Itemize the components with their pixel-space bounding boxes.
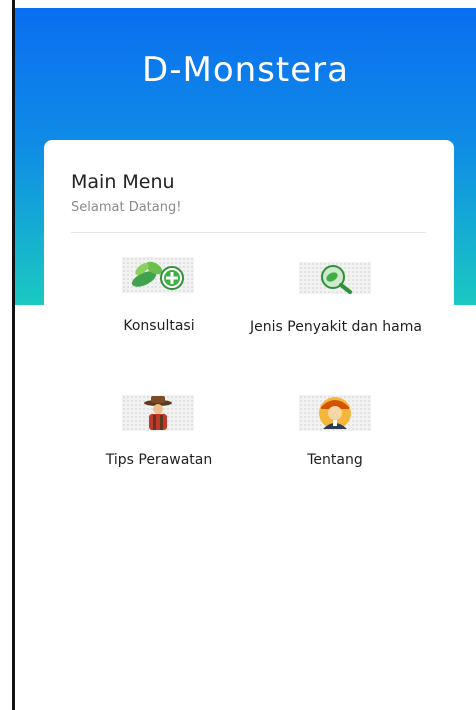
- app-title: D-Monstera: [142, 50, 349, 90]
- menu-item-label: Jenis Penyakit dan hama: [250, 319, 422, 335]
- plant-plus-icon: [122, 257, 194, 293]
- profile-avatar-icon: [299, 395, 371, 431]
- menu-item-label: Tentang: [307, 452, 363, 468]
- menu-item-jenis-penyakit[interactable]: Jenis Penyakit dan hama: [246, 260, 426, 360]
- menu-item-konsultasi[interactable]: Konsultasi: [96, 255, 222, 335]
- leaf-search-icon: [299, 262, 371, 294]
- main-menu-subtitle: Selamat Datang!: [71, 200, 182, 215]
- menu-item-label: Tips Perawatan: [105, 452, 213, 468]
- window-edge: [0, 0, 15, 710]
- farmer-icon: [122, 395, 194, 431]
- menu-item-label: Konsultasi: [123, 318, 195, 334]
- menu-item-tentang[interactable]: Tentang: [272, 393, 398, 473]
- menu-item-tips-perawatan[interactable]: Tips Perawatan: [86, 393, 232, 473]
- main-menu-title: Main Menu: [71, 171, 175, 193]
- menu-divider: [71, 232, 426, 233]
